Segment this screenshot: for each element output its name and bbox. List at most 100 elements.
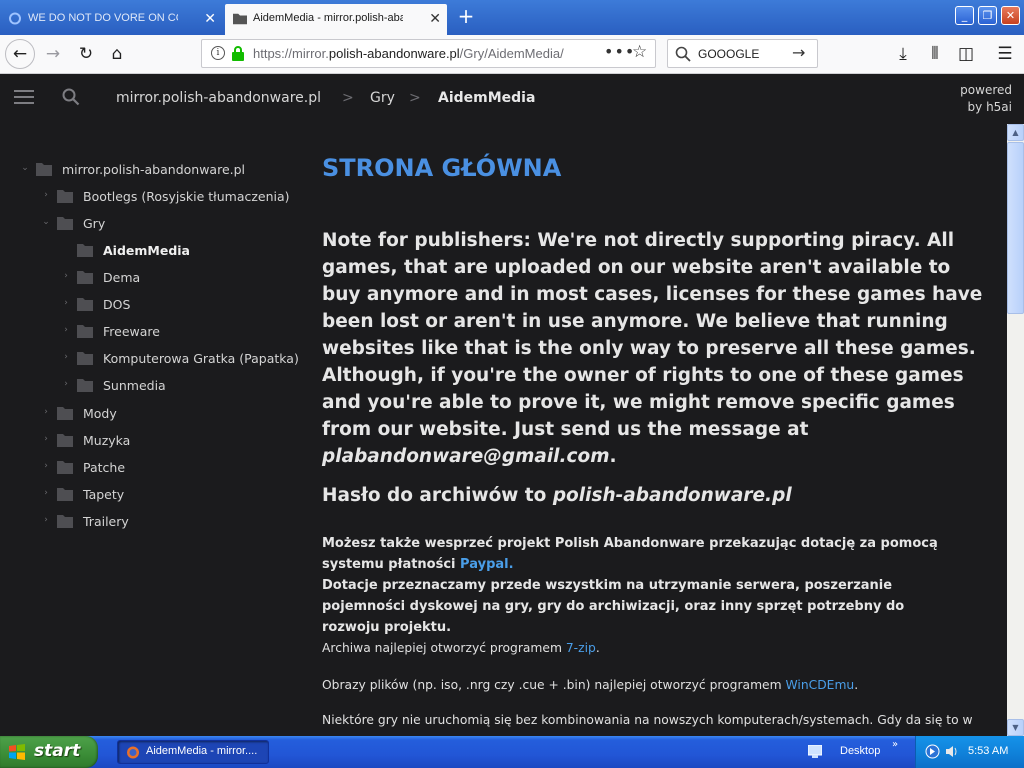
chevron-right-icon[interactable]: › [41,515,51,525]
home-icon[interactable]: ⌂ [102,39,132,69]
tree-item-label: Komputerowa Gratka (Papatka) [103,351,299,366]
lock-icon[interactable] [231,46,245,61]
breadcrumb-separator: > [342,90,354,106]
folder-icon [77,352,93,365]
vertical-scrollbar[interactable]: ▲ ▼ [1007,124,1024,736]
tree-item-label: Muzyka [83,433,131,448]
tree-item-label: mirror.polish-abandonware.pl [62,162,246,177]
folder-icon [57,407,73,420]
chevron-right-icon[interactable]: › [61,325,71,335]
powered-line: by h5ai [967,100,1012,114]
forward-icon[interactable]: → [38,39,68,69]
tab-inactive[interactable]: WE DO NOT DO VORE ON COLLAB ✕ [0,4,222,35]
library-icon[interactable]: ⫴ [921,39,949,69]
folder-icon [77,325,93,338]
chevron-right-icon[interactable]: › [41,461,51,471]
tree-item-label: Tapety [83,487,125,502]
images-paragraph: Obrazy plików (np. iso, .nrg czy .cue + … [322,678,859,692]
breadcrumb-current[interactable]: AidemMedia [438,90,535,106]
breadcrumb-separator: > [409,90,421,106]
publisher-notice: Note for publishers: We're not directly … [322,230,983,467]
taskbar-item-firefox[interactable]: AidemMedia - mirror.... [117,740,269,764]
tab-title: WE DO NOT DO VORE ON COLLAB [28,12,178,24]
breadcrumb-root[interactable]: mirror.polish-abandonware.pl [116,90,321,106]
new-tab-button[interactable]: + [455,5,477,29]
menu-icon[interactable]: ☰ [991,39,1019,69]
tab-title: AidemMedia - mirror.polish-abandonware [253,12,403,24]
browser-tab-strip: WE DO NOT DO VORE ON COLLAB ✕ AidemMedia… [0,0,1024,35]
folder-icon [57,217,73,230]
chevron-right-icon[interactable]: › [61,379,71,389]
folder-icon [77,244,93,257]
search-icon [675,46,691,62]
chevron-right-icon[interactable]: › [61,352,71,362]
powered-by-link[interactable]: powered by h5ai [960,82,1012,116]
folder-icon [57,190,73,203]
chevron-right-icon[interactable]: » [892,739,898,750]
h5ai-header: mirror.polish-abandonware.pl > Gry > Aid… [0,74,1024,124]
search-bar[interactable]: GOOOGLE → [667,39,818,68]
loading-icon [9,12,21,25]
7zip-link[interactable]: 7-zip [566,641,596,655]
search-go-icon[interactable]: → [792,43,805,62]
desktop-toolbar-label[interactable]: Desktop [840,745,880,757]
chevron-right-icon[interactable]: › [41,190,51,200]
search-icon[interactable] [62,88,80,106]
tree-item-label: Trailery [83,514,129,529]
start-label: start [34,741,81,761]
tab-active[interactable]: AidemMedia - mirror.polish-abandonware ✕ [225,4,447,35]
network-icon[interactable] [925,744,940,759]
chevron-right-icon[interactable]: › [61,298,71,308]
scroll-down-icon[interactable]: ▼ [1007,719,1024,736]
chevron-right-icon[interactable]: › [41,407,51,417]
bookmark-star-icon[interactable]: ☆ [632,42,647,62]
breadcrumb-gry[interactable]: Gry [370,90,395,106]
volume-icon[interactable] [944,744,959,759]
tree-item-label: Patche [83,460,126,475]
restore-button[interactable]: ❐ [978,6,997,25]
page-actions-icon[interactable]: ••• [604,42,635,61]
close-tab-icon[interactable]: ✕ [204,4,216,33]
folder-icon [57,461,73,474]
chevron-right-icon[interactable]: › [61,271,71,281]
folder-icon [36,163,52,176]
chevron-down-icon[interactable]: ⌄ [20,163,30,173]
system-tray: 5:53 AM [915,736,1024,768]
tree-item-label: Dema [103,270,141,285]
chevron-right-icon[interactable]: › [41,488,51,498]
folder-icon [233,13,247,25]
scroll-up-icon[interactable]: ▲ [1007,124,1024,141]
folder-icon [77,379,93,392]
taskbar-item-label: AidemMedia - mirror.... [146,745,258,757]
close-window-button[interactable]: ✕ [1001,6,1020,25]
donate-paragraph: Możesz także wesprzeć projekt Polish Aba… [322,536,938,635]
windows-logo-icon [9,744,25,760]
page-title: STRONA GŁÓWNA [322,154,562,182]
tree-item-label: Sunmedia [103,378,166,393]
paypal-link[interactable]: Paypal. [460,557,514,572]
chevron-right-icon[interactable]: › [41,434,51,444]
chevron-down-icon[interactable]: ⌄ [41,217,51,227]
scrollbar-thumb[interactable] [1007,142,1024,314]
hamburger-icon[interactable] [14,90,34,104]
navigation-toolbar: ← → ↻ ⌂ i https://mirror.polish-abandonw… [0,35,1024,74]
password-value: polish-abandonware.pl [552,485,792,506]
reload-icon[interactable]: ↻ [71,39,101,69]
search-engine-label: GOOOGLE [698,47,760,61]
back-icon[interactable]: ← [5,39,35,69]
tree-item-label: AidemMedia [103,243,190,258]
powered-line: powered [960,83,1012,97]
password-heading: Hasło do archiwów to polish-abandonware.… [322,485,792,506]
address-bar[interactable]: i https://mirror.polish-abandonware.pl/G… [201,39,656,68]
start-button[interactable]: start [0,736,98,768]
sidebar-icon[interactable]: ◫ [952,39,980,69]
wincdemu-link[interactable]: WinCDEmu [786,678,855,692]
desktop-icon[interactable] [808,745,822,758]
notice-email: plabandonware@gmail.com [322,446,610,467]
download-icon[interactable]: ⤓ [889,39,917,69]
minimize-button[interactable]: _ [955,6,974,25]
compatibility-paragraph: Niektóre gry nie uruchomią się bez kombi… [322,713,972,727]
url-text[interactable]: https://mirror.polish-abandonware.pl/Gry… [253,46,564,61]
close-tab-icon[interactable]: ✕ [429,4,441,33]
info-icon[interactable]: i [211,46,225,60]
